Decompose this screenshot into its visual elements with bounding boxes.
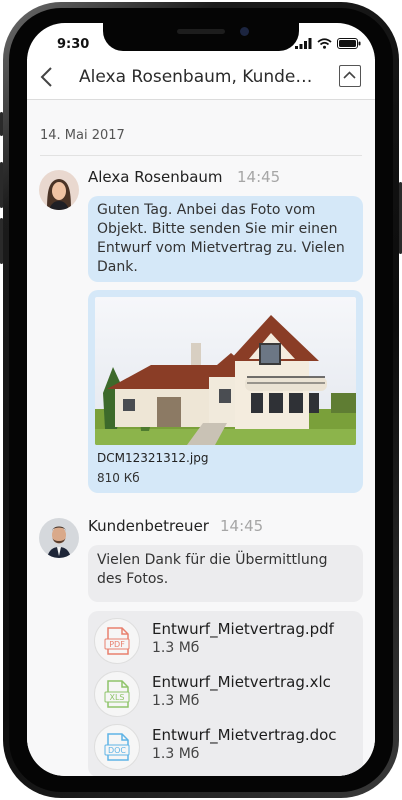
file-icon-circle: XLS <box>94 671 140 717</box>
file-item-xls[interactable]: XLS Entwurf_Mietvertrag.xlc 1.3 Мб <box>88 669 360 719</box>
message-text: Vielen Dank für die Übermittlung des Fot… <box>97 552 328 587</box>
volume-down-button <box>0 218 3 264</box>
file-size: 1.3 Мб <box>152 746 200 762</box>
date-separator: 14. Mai 2017 <box>40 128 125 143</box>
doc-file-icon: DOC <box>104 733 130 761</box>
file-list: PDF Entwurf_Mietvertrag.pdf 1.3 Мб XLS E… <box>88 611 363 776</box>
signal-icon <box>295 38 312 49</box>
collapse-button[interactable] <box>339 65 361 87</box>
file-size: 1.3 Мб <box>152 640 200 656</box>
file-icon-circle: PDF <box>94 618 140 664</box>
file-type-label: PDF <box>109 640 125 649</box>
chevron-left-icon <box>40 67 52 87</box>
image-attachment[interactable]: DCM12321312.jpg 810 Кб <box>88 290 363 493</box>
message-time: 14:45 <box>237 168 281 186</box>
divider <box>40 155 362 156</box>
chat-title: Alexa Rosenbaum, Kunden... <box>79 67 319 87</box>
volume-up-button <box>0 162 3 208</box>
sender-name: Kundenbetreuer <box>88 517 209 535</box>
avatar[interactable] <box>39 170 79 210</box>
message-text: Guten Tag. Anbei das Foto vom Objekt. Bi… <box>97 202 345 275</box>
file-item-pdf[interactable]: PDF Entwurf_Mietvertrag.pdf 1.3 Мб <box>88 616 360 666</box>
side-button <box>0 112 3 136</box>
file-name: Entwurf_Mietvertrag.xlc <box>152 673 331 691</box>
chat-header: Alexa Rosenbaum, Kunden... <box>27 59 375 100</box>
xls-file-icon: XLS <box>104 680 130 708</box>
speaker <box>177 29 225 34</box>
file-name: Entwurf_Mietvertrag.pdf <box>152 620 334 638</box>
wifi-icon <box>317 38 332 49</box>
message-time: 14:45 <box>220 517 264 535</box>
chevron-up-icon <box>343 71 356 79</box>
camera <box>240 27 249 36</box>
file-type-label: DOC <box>108 746 126 755</box>
file-item-doc[interactable]: DOC Entwurf_Mietvertrag.doc 1.3 Мб <box>88 722 360 772</box>
file-size: 1.3 Мб <box>152 693 200 709</box>
chat-area[interactable]: 14. Mai 2017 Alexa Rosenbaum 14:45 Guten… <box>27 100 375 776</box>
attachment-filename: DCM12321312.jpg <box>97 451 209 465</box>
file-type-label: XLS <box>109 693 124 702</box>
screen: 9:30 Alexa Rosenbaum, Kunden... 14. Mai … <box>27 23 375 776</box>
back-button[interactable] <box>37 65 59 89</box>
battery-icon <box>337 38 361 49</box>
pdf-file-icon: PDF <box>104 627 130 655</box>
house-photo[interactable] <box>95 297 356 445</box>
status-time: 9:30 <box>57 37 90 52</box>
message-bubble: Guten Tag. Anbei das Foto vom Objekt. Bi… <box>88 196 363 282</box>
file-icon-circle: DOC <box>94 724 140 770</box>
avatar[interactable] <box>39 518 79 558</box>
message-bubble: Vielen Dank für die Übermittlung des Fot… <box>88 545 363 602</box>
status-icons <box>295 38 361 49</box>
attachment-size: 810 Кб <box>97 471 140 485</box>
notch <box>103 23 299 51</box>
file-name: Entwurf_Mietvertrag.doc <box>152 726 337 744</box>
sender-name: Alexa Rosenbaum <box>88 168 223 186</box>
